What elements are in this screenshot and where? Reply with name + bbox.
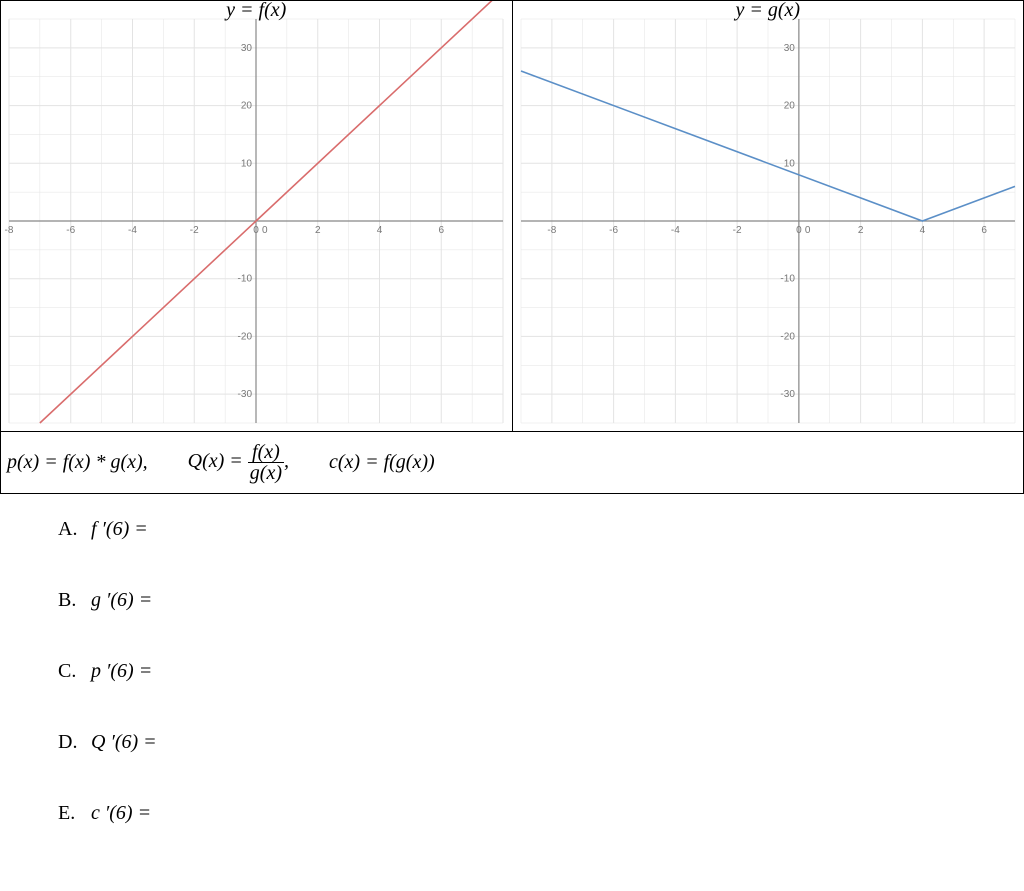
svg-text:-20: -20 <box>780 331 795 342</box>
question-list: A. f ′(6) = B. g ′(6) = C. p ′(6) = D. Q… <box>0 494 1024 825</box>
svg-text:-2: -2 <box>732 225 741 236</box>
figure-g-title: y = g(x) <box>513 0 1024 22</box>
question-E: E. c ′(6) = <box>58 802 1024 825</box>
svg-text:-6: -6 <box>609 225 618 236</box>
svg-text:2: 2 <box>315 225 321 236</box>
svg-text:-6: -6 <box>66 225 75 236</box>
question-A-text: f ′(6) = <box>91 518 148 540</box>
question-D-text: Q ′(6) = <box>91 731 157 753</box>
def-Q-lhs: Q(x) = <box>188 450 243 472</box>
figure-g: y = g(x) -8-6-4-20246-30-20-101020300 <box>513 1 1024 431</box>
def-c: c(x) = f(g(x)) <box>329 451 435 474</box>
question-E-label: E. <box>58 802 86 825</box>
svg-text:-30: -30 <box>238 389 253 400</box>
svg-text:20: 20 <box>783 101 795 112</box>
plot-f: -8-6-4-20246-30-20-101020300 <box>1 1 511 431</box>
question-D-label: D. <box>58 731 86 754</box>
svg-text:6: 6 <box>438 225 444 236</box>
svg-text:0: 0 <box>253 225 259 236</box>
svg-text:-20: -20 <box>238 331 253 342</box>
question-D: D. Q ′(6) = <box>58 731 1024 754</box>
question-B-text: g ′(6) = <box>91 589 152 611</box>
question-E-text: c ′(6) = <box>91 802 151 824</box>
question-C-label: C. <box>58 660 86 683</box>
svg-text:30: 30 <box>783 43 795 54</box>
figure-f: y = f(x) -8-6-4-20246-30-20-101020300 <box>1 1 513 431</box>
def-Q-fraction: f(x) g(x) <box>248 442 284 483</box>
svg-text:-10: -10 <box>780 274 795 285</box>
svg-text:-30: -30 <box>780 389 795 400</box>
question-A: A. f ′(6) = <box>58 518 1024 541</box>
svg-text:-4: -4 <box>670 225 679 236</box>
svg-text:6: 6 <box>981 225 987 236</box>
svg-text:10: 10 <box>783 158 795 169</box>
svg-text:0: 0 <box>796 225 802 236</box>
def-Q-tail: , <box>284 450 289 472</box>
def-Q-den: g(x) <box>248 463 284 483</box>
question-B-label: B. <box>58 589 86 612</box>
svg-text:0: 0 <box>262 225 268 236</box>
svg-text:4: 4 <box>377 225 383 236</box>
question-C-text: p ′(6) = <box>91 660 152 682</box>
svg-text:-4: -4 <box>128 225 137 236</box>
definitions-row: p(x) = f(x) * g(x), Q(x) = f(x) g(x) , c… <box>0 431 1024 494</box>
svg-text:0: 0 <box>804 225 810 236</box>
def-Q-num: f(x) <box>248 442 284 463</box>
svg-text:4: 4 <box>919 225 925 236</box>
svg-text:2: 2 <box>857 225 863 236</box>
svg-text:20: 20 <box>241 101 253 112</box>
svg-text:-8: -8 <box>5 225 14 236</box>
svg-text:-10: -10 <box>238 274 253 285</box>
question-C: C. p ′(6) = <box>58 660 1024 683</box>
question-B: B. g ′(6) = <box>58 589 1024 612</box>
svg-text:-8: -8 <box>547 225 556 236</box>
svg-text:30: 30 <box>241 43 253 54</box>
svg-text:-2: -2 <box>190 225 199 236</box>
def-Q: Q(x) = f(x) g(x) , <box>188 442 289 483</box>
figure-f-title: y = f(x) <box>1 0 512 22</box>
def-p: p(x) = f(x) * g(x), <box>7 451 148 474</box>
plot-g: -8-6-4-20246-30-20-101020300 <box>513 1 1023 431</box>
svg-text:10: 10 <box>241 158 253 169</box>
figure-row: y = f(x) -8-6-4-20246-30-20-101020300 y … <box>0 0 1024 431</box>
question-A-label: A. <box>58 518 86 541</box>
